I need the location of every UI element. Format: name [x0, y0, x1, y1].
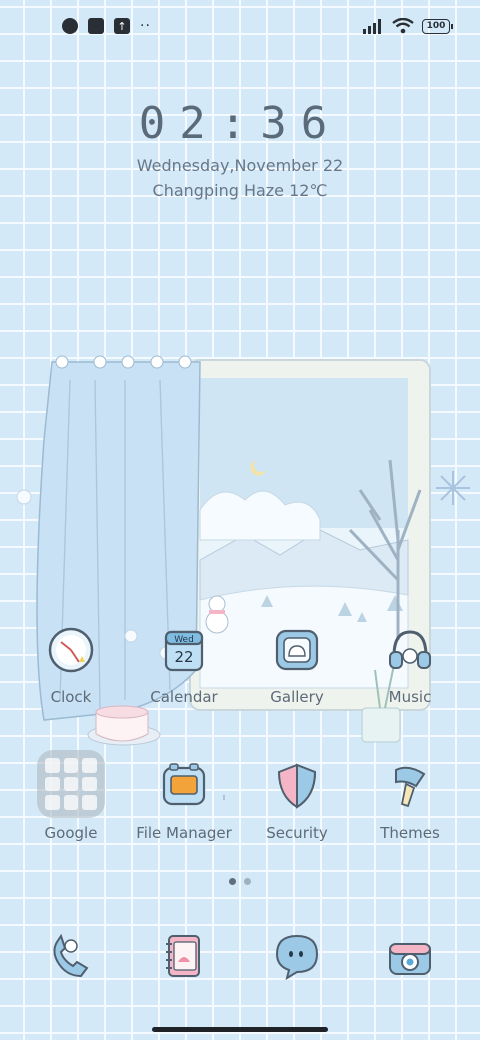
file-manager-icon: [162, 763, 206, 806]
calendar-day-number: 22: [174, 648, 193, 666]
security-shield-icon: [277, 763, 317, 809]
dock-phone[interactable]: [16, 932, 126, 980]
phone-icon: [53, 933, 89, 978]
app-label: Clock: [50, 688, 92, 706]
status-bar: ↑ ·· 100: [0, 14, 480, 42]
gallery-icon: [275, 629, 319, 671]
app-label: Themes: [380, 824, 440, 842]
battery-icon: 100: [422, 18, 453, 34]
app-security[interactable]: Security: [242, 762, 352, 842]
wallpaper-illustration: [16, 355, 470, 800]
app-label: Gallery: [270, 688, 324, 706]
messages-bubble-icon: [275, 934, 319, 981]
calendar-day-name: Wed: [174, 635, 194, 645]
clock-icon: [48, 627, 94, 673]
signal-icon: [363, 19, 381, 34]
folder-google[interactable]: Google: [16, 750, 126, 842]
square-notification-icon: [88, 18, 104, 34]
dock-contacts[interactable]: [129, 932, 239, 980]
calendar-icon: Wed 22: [164, 630, 204, 672]
folder-icon: [37, 750, 105, 818]
themes-brush-icon: [395, 766, 426, 808]
dock-camera[interactable]: [355, 932, 465, 980]
page-dot[interactable]: [244, 878, 251, 885]
wifi-icon: [392, 18, 414, 34]
app-label: Google: [44, 824, 98, 842]
upload-notification-icon: ↑: [114, 18, 130, 34]
app-label: Music: [388, 688, 432, 706]
app-label: Calendar: [150, 688, 218, 706]
camera-icon: [389, 943, 431, 975]
page-indicator: [0, 878, 480, 885]
dock-messages[interactable]: [242, 932, 352, 981]
system-status-icons: 100: [362, 18, 453, 34]
more-notifications-icon: ··: [140, 18, 151, 34]
app-label: Security: [266, 824, 328, 842]
music-icon: [389, 630, 431, 669]
page-dot-active[interactable]: [229, 878, 236, 885]
app-clock[interactable]: Clock: [16, 626, 126, 706]
contacts-book-icon: [166, 935, 200, 977]
app-music[interactable]: Music: [355, 626, 465, 706]
weather-text[interactable]: Changping Haze 12℃: [0, 181, 480, 200]
lockscreen-clock[interactable]: 02:36: [0, 98, 480, 149]
app-gallery[interactable]: Gallery: [242, 626, 352, 706]
app-calendar[interactable]: Wed 22 Calendar: [129, 626, 239, 706]
gesture-navigation-bar[interactable]: [152, 1027, 328, 1032]
app-file-manager[interactable]: File Manager: [129, 762, 239, 842]
app-themes[interactable]: Themes: [355, 762, 465, 842]
app-notification-icon: [62, 18, 78, 34]
app-label: File Manager: [136, 824, 232, 842]
notification-icons: ↑ ··: [62, 18, 151, 34]
date-text: Wednesday,November 22: [136, 156, 344, 175]
